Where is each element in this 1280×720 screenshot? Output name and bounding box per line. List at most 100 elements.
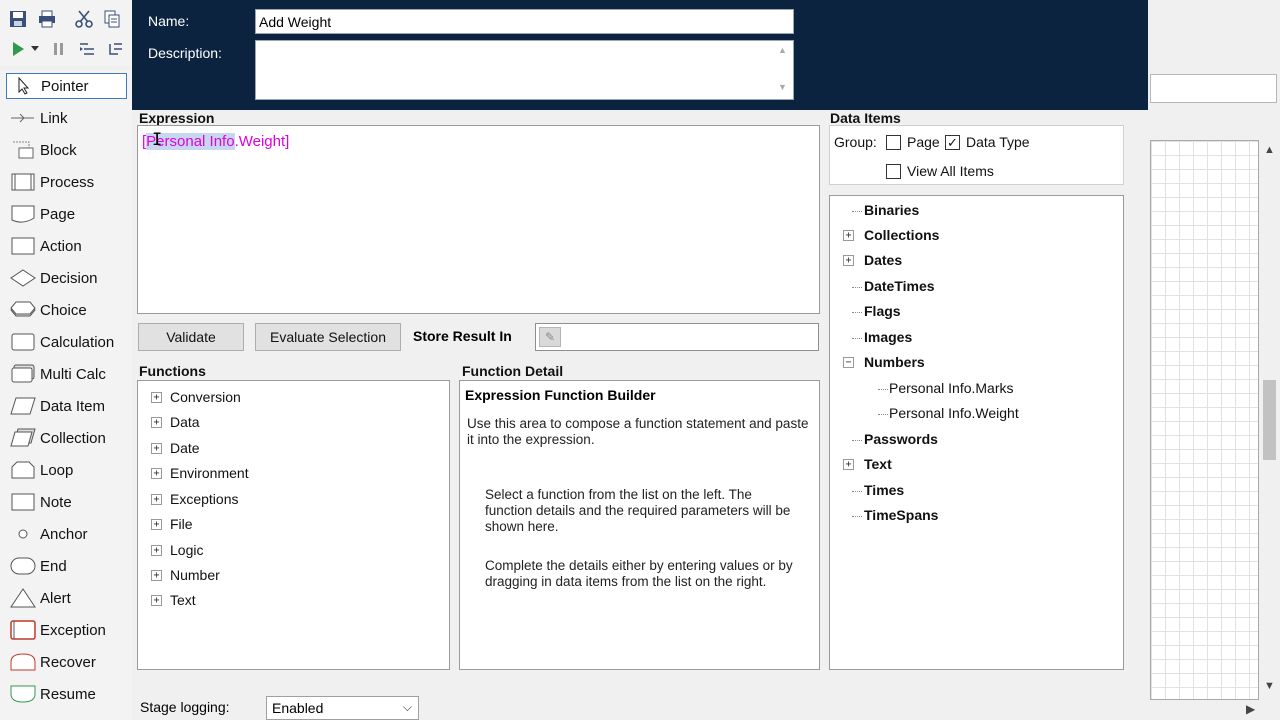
data-item-group-timespans[interactable]: TimeSpans: [864, 507, 938, 523]
choice-icon: [6, 301, 40, 319]
canvas-horizontal-scrollbar[interactable]: ▶: [1150, 700, 1280, 720]
expand-icon[interactable]: +: [151, 442, 162, 454]
palette-item-resume[interactable]: Resume: [6, 681, 127, 707]
group-data-type-checkbox[interactable]: ✓ Data Type: [945, 134, 1030, 150]
chevron-right-icon[interactable]: ▶: [1246, 702, 1255, 716]
chevron-down-icon[interactable]: ▼: [778, 82, 787, 92]
tree-item-conversion[interactable]: + Conversion: [151, 389, 241, 405]
expand-icon[interactable]: +: [151, 493, 162, 505]
palette-item-label: Anchor: [40, 525, 88, 543]
palette-item-decision[interactable]: Decision: [6, 265, 127, 291]
palette-item-end[interactable]: End: [6, 553, 127, 579]
expand-icon[interactable]: +: [843, 230, 854, 241]
palette-item-anchor[interactable]: Anchor: [6, 521, 127, 547]
palette-item-alert[interactable]: Alert: [6, 585, 127, 611]
expand-icon[interactable]: +: [151, 544, 162, 556]
collection-icon: [6, 428, 40, 448]
description-scrollbar[interactable]: ▲ ▼: [774, 42, 791, 98]
tree-item-environment[interactable]: + Environment: [151, 465, 249, 481]
expand-icon[interactable]: +: [151, 594, 162, 606]
data-item-group-binaries[interactable]: Binaries: [864, 202, 919, 218]
expression-text[interactable]: [Personal Info.Weight]: [142, 133, 289, 150]
palette-item-exception[interactable]: Exception: [6, 617, 127, 643]
canvas-vertical-scrollbar[interactable]: ▲ ▼: [1259, 140, 1280, 700]
step-over-icon[interactable]: [104, 38, 126, 60]
pause-icon[interactable]: [48, 38, 70, 60]
print-icon[interactable]: [36, 8, 58, 30]
palette-item-data-item[interactable]: Data Item: [6, 393, 127, 419]
checkbox-unchecked-icon[interactable]: [886, 134, 901, 150]
data-item-group-text[interactable]: Text: [864, 456, 892, 472]
palette-item-block[interactable]: Block: [6, 137, 127, 163]
tree-item-exceptions[interactable]: + Exceptions: [151, 491, 238, 507]
data-item-group-times[interactable]: Times: [864, 482, 904, 498]
name-input[interactable]: Add Weight: [255, 9, 794, 34]
data-item-group-dates[interactable]: Dates: [864, 252, 902, 268]
palette-item-recover[interactable]: Recover: [6, 649, 127, 675]
validate-button[interactable]: Validate: [138, 323, 244, 351]
chevron-down-icon[interactable]: ⌵: [403, 700, 412, 715]
checkbox-unchecked-icon[interactable]: [886, 163, 901, 179]
collapse-icon[interactable]: −: [843, 357, 854, 368]
tree-connector: [852, 491, 862, 492]
function-detail-instructions: Select a function from the list on the l…: [485, 487, 791, 534]
expand-icon[interactable]: +: [151, 416, 162, 428]
palette-item-choice[interactable]: Choice: [6, 297, 127, 323]
checkmark-icon[interactable]: ✓: [945, 134, 960, 150]
copy-icon[interactable]: [101, 8, 123, 30]
data-item-group-flags[interactable]: Flags: [864, 303, 901, 319]
data-item-personal-info-marks[interactable]: Personal Info.Marks: [889, 380, 1014, 396]
view-all-items-checkbox[interactable]: View All Items: [886, 163, 994, 179]
palette-item-note[interactable]: Note: [6, 489, 127, 515]
data-item-group-collections[interactable]: Collections: [864, 227, 939, 243]
chevron-up-icon[interactable]: ▲: [1264, 144, 1275, 156]
palette-item-label: Recover: [40, 653, 96, 671]
palette-item-link[interactable]: Link: [6, 105, 127, 131]
chevron-down-icon[interactable]: ▼: [1264, 680, 1275, 692]
process-canvas[interactable]: [1150, 140, 1259, 700]
expand-icon[interactable]: +: [151, 391, 162, 403]
data-item-group-passwords[interactable]: Passwords: [864, 431, 938, 447]
expand-icon[interactable]: +: [151, 569, 162, 581]
tree-item-logic[interactable]: + Logic: [151, 542, 203, 558]
multi-calc-icon: [6, 364, 40, 384]
data-item-icon: [6, 397, 40, 415]
dropdown-icon[interactable]: [28, 38, 42, 60]
palette-item-page[interactable]: Page: [6, 201, 127, 227]
palette-item-pointer[interactable]: Pointer: [6, 73, 127, 99]
play-icon[interactable]: [7, 38, 29, 60]
expand-icon[interactable]: +: [151, 518, 162, 530]
data-item-group-numbers[interactable]: Numbers: [864, 354, 925, 370]
expression-editor[interactable]: [Personal Info.Weight] I: [137, 125, 820, 314]
expand-icon[interactable]: +: [151, 467, 162, 479]
cut-icon[interactable]: [73, 8, 95, 30]
tree-item-date[interactable]: + Date: [151, 440, 200, 456]
tree-item-text[interactable]: + Text: [151, 592, 196, 608]
tree-item-file[interactable]: + File: [151, 516, 193, 532]
palette-item-calculation[interactable]: Calculation: [6, 329, 127, 355]
store-result-field[interactable]: ✎: [535, 323, 819, 351]
palette-item-multi-calc[interactable]: Multi Calc: [6, 361, 127, 387]
note-icon: [6, 493, 40, 511]
evaluate-selection-button[interactable]: Evaluate Selection: [255, 323, 401, 351]
description-input[interactable]: [255, 40, 794, 100]
tree-item-data[interactable]: + Data: [151, 414, 200, 430]
chevron-up-icon[interactable]: ▲: [778, 45, 787, 55]
expand-icon[interactable]: +: [843, 459, 854, 470]
group-page-checkbox[interactable]: Page: [886, 134, 940, 150]
palette-item-loop[interactable]: Loop: [6, 457, 127, 483]
data-item-group-datetimes[interactable]: DateTimes: [864, 278, 935, 294]
data-item-personal-info-weight[interactable]: Personal Info.Weight: [889, 405, 1019, 421]
expand-icon[interactable]: +: [843, 255, 854, 266]
data-item-picker-icon[interactable]: ✎: [539, 327, 561, 347]
step-icon[interactable]: [76, 38, 98, 60]
data-item-group-images[interactable]: Images: [864, 329, 912, 345]
palette-item-action[interactable]: Action: [6, 233, 127, 259]
palette-item-collection[interactable]: Collection: [6, 425, 127, 451]
scrollbar-thumb[interactable]: [1263, 380, 1276, 460]
stage-logging-select[interactable]: Enabled ⌵: [266, 696, 419, 720]
tree-item-number[interactable]: + Number: [151, 567, 220, 583]
save-icon[interactable]: [7, 8, 29, 30]
tree-connector: [852, 516, 862, 517]
palette-item-process[interactable]: Process: [6, 169, 127, 195]
